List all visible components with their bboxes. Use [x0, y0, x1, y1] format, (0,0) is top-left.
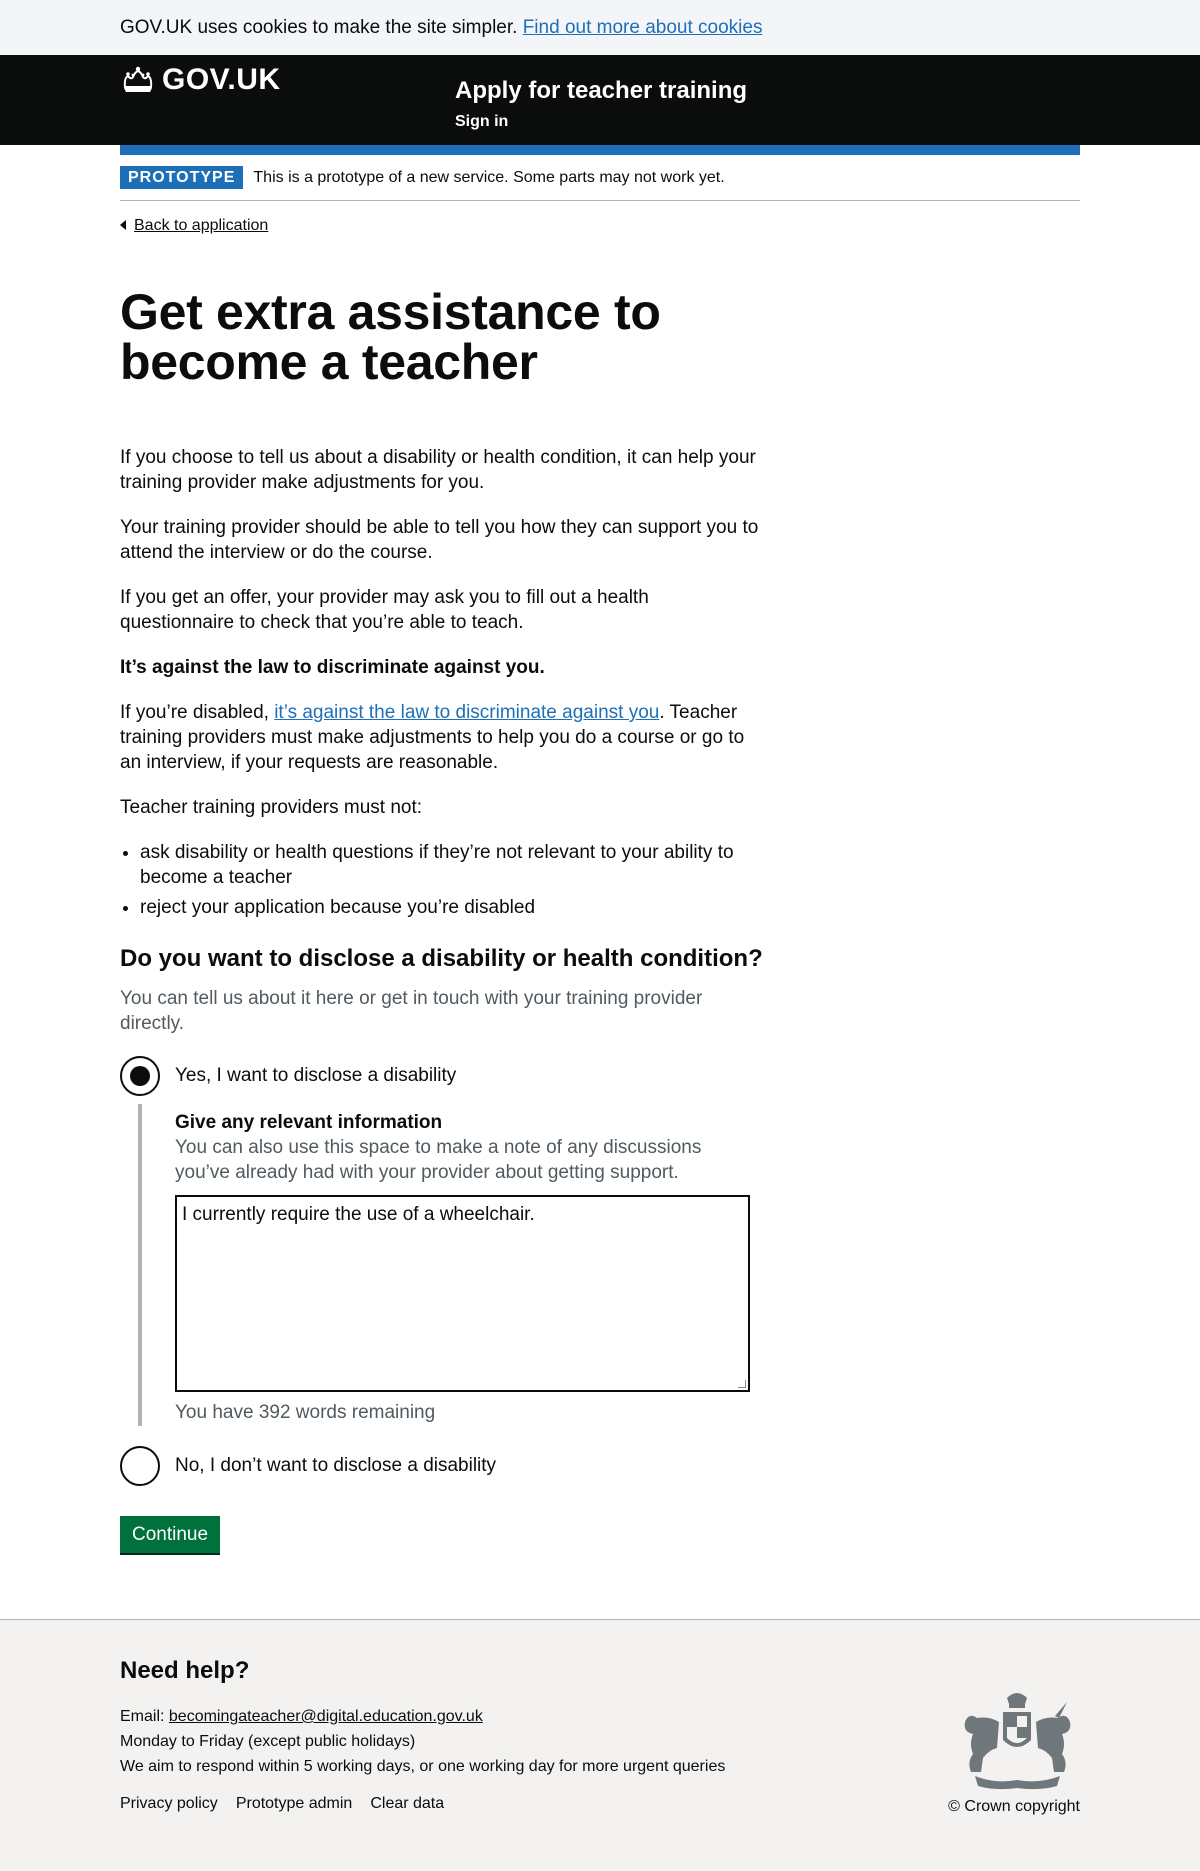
- relevant-info-hint: You can also use this space to make a no…: [175, 1137, 702, 1183]
- paragraph-providers-must-not: Teacher training providers must not:: [120, 797, 423, 818]
- paragraph-disabled: If you’re disabled, it’s against the law…: [120, 700, 760, 775]
- question-hint: You can tell us about it here or get in …: [120, 988, 703, 1034]
- page-title: Get extra assistance to become a teacher: [120, 284, 661, 390]
- footer-hours: Monday to Friday (except public holidays…: [120, 1733, 416, 1750]
- footer-email-prefix: Email:: [120, 1708, 169, 1725]
- resize-handle-icon[interactable]: [738, 1380, 746, 1388]
- cookie-info-link[interactable]: Find out more about cookies: [523, 17, 763, 38]
- paragraph-support: Your training provider should be able to…: [120, 517, 759, 563]
- list-item: reject your application because you’re d…: [140, 895, 760, 920]
- main-content: Back to application Get extra assistance…: [120, 201, 1080, 1553]
- radio-button-checked[interactable]: [120, 1056, 160, 1096]
- crown-icon: [123, 66, 153, 92]
- cookie-banner-text: GOV.UK uses cookies to make the site sim…: [120, 17, 518, 38]
- footer-response-time: We aim to respond within 5 working days,…: [120, 1758, 726, 1775]
- discrimination-law-link[interactable]: it’s against the law to discriminate aga…: [274, 702, 659, 723]
- radio-yes-disclose[interactable]: Yes, I want to disclose a disability: [120, 1056, 1080, 1096]
- chevron-left-icon: [120, 220, 126, 230]
- royal-coat-of-arms-icon: [964, 1693, 1071, 1790]
- phase-banner: PROTOTYPE This is a prototype of a new s…: [120, 155, 1080, 201]
- nav-sign-in-link[interactable]: Sign in: [455, 113, 508, 131]
- site-footer: Need help? Email: becomingateacher@digit…: [0, 1619, 1200, 1871]
- relevant-info-textarea[interactable]: I currently require the use of a wheelch…: [175, 1195, 750, 1392]
- list-item: ask disability or health questions if th…: [140, 840, 760, 890]
- radio-no-disclose[interactable]: No, I don’t want to disclose a disabilit…: [120, 1446, 1080, 1486]
- must-not-list: ask disability or health questions if th…: [120, 840, 760, 920]
- cookie-banner: GOV.UK uses cookies to make the site sim…: [0, 0, 1200, 55]
- phase-banner-text: This is a prototype of a new service. So…: [253, 168, 725, 186]
- word-count-message: You have 392 words remaining: [175, 1402, 436, 1423]
- clear-data-link[interactable]: Clear data: [370, 1795, 444, 1813]
- back-link-label: Back to application: [134, 217, 269, 234]
- conditional-reveal: Give any relevant information You can al…: [138, 1104, 1080, 1426]
- crown-copyright-link[interactable]: © Crown copyright: [948, 1798, 1080, 1816]
- govuk-logo-link[interactable]: GOV.UK: [120, 65, 281, 95]
- paragraph-offer: If you get an offer, your provider may a…: [120, 587, 649, 633]
- textarea-value: I currently require the use of a wheelch…: [182, 1204, 535, 1225]
- paragraph-intro: If you choose to tell us about a disabil…: [120, 447, 756, 493]
- prototype-admin-link[interactable]: Prototype admin: [236, 1795, 353, 1813]
- logo-text: GOV.UK: [162, 63, 281, 96]
- radio-button-unchecked[interactable]: [120, 1446, 160, 1486]
- paragraph-law-bold: It’s against the law to discriminate aga…: [120, 657, 545, 678]
- radio-no-label[interactable]: No, I don’t want to disclose a disabilit…: [175, 1455, 496, 1477]
- footer-email-link[interactable]: becomingateacher@digital.education.gov.u…: [169, 1708, 483, 1725]
- phase-tag: PROTOTYPE: [120, 166, 244, 189]
- question-heading: Do you want to disclose a disability or …: [120, 945, 763, 972]
- privacy-policy-link[interactable]: Privacy policy: [120, 1795, 218, 1813]
- radio-yes-label[interactable]: Yes, I want to disclose a disability: [175, 1065, 456, 1087]
- site-header: GOV.UK Apply for teacher training Sign i…: [0, 55, 1200, 145]
- footer-email-line: Email: becomingateacher@digital.educatio…: [120, 1704, 1080, 1729]
- paragraph-disabled-start: If you’re disabled,: [120, 702, 275, 723]
- continue-button[interactable]: Continue: [120, 1516, 221, 1553]
- back-link[interactable]: Back to application: [120, 217, 268, 235]
- relevant-info-label: Give any relevant information: [175, 1112, 443, 1133]
- header-accent-bar: [120, 145, 1080, 155]
- footer-links: Privacy policy Prototype admin Clear dat…: [120, 1795, 1080, 1813]
- footer-heading: Need help?: [120, 1657, 250, 1684]
- service-name-link[interactable]: Apply for teacher training: [455, 77, 747, 105]
